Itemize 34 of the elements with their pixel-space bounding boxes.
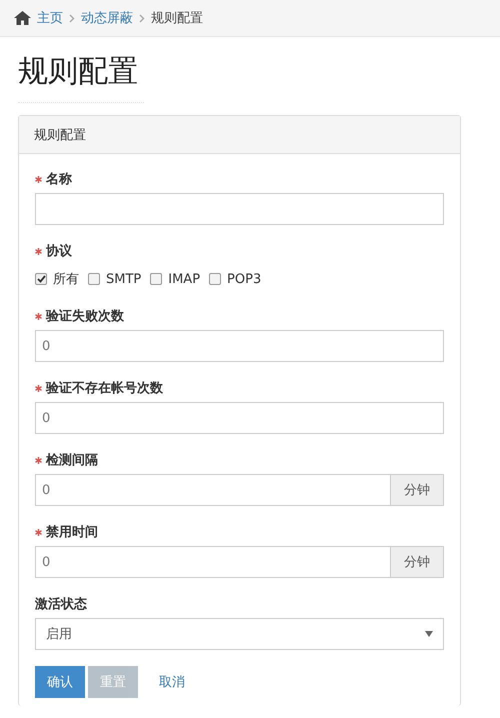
unit-addon: 分钟: [391, 474, 444, 506]
breadcrumb-item[interactable]: 主页: [37, 9, 63, 27]
field-label: 禁用时间: [46, 524, 98, 541]
field-label: 名称: [46, 171, 72, 188]
field-label: 协议: [46, 242, 72, 260]
checkbox[interactable]: [209, 273, 222, 285]
text-input[interactable]: 0: [35, 330, 444, 362]
text-input[interactable]: [35, 193, 444, 225]
breadcrumb-item[interactable]: 动态屏蔽: [81, 9, 133, 27]
checkbox-label: IMAP: [168, 272, 200, 286]
caret-icon: [425, 631, 433, 637]
breadcrumb-item: 规则配置: [151, 10, 203, 27]
checkbox[interactable]: [35, 273, 47, 285]
panel-title: 规则配置: [34, 126, 86, 144]
field-label: 检测间隔: [46, 452, 98, 469]
text-input[interactable]: 0: [35, 474, 391, 506]
chevron-icon: [139, 14, 145, 22]
checkbox-label: SMTP: [106, 272, 142, 286]
text-input[interactable]: 0: [35, 402, 444, 434]
checkbox-label: 所有: [53, 271, 79, 288]
home-icon[interactable]: [14, 11, 31, 25]
page-title: 规则配置: [18, 51, 144, 103]
unit-addon: 分钟: [391, 546, 444, 578]
cancel-link[interactable]: 取消: [147, 666, 197, 698]
checkbox[interactable]: [88, 273, 100, 285]
field-label: 验证不存在帐号次数: [46, 380, 163, 397]
checkbox[interactable]: [150, 273, 162, 285]
field-label: 激活状态: [35, 596, 87, 613]
status-select[interactable]: 启用: [35, 618, 444, 650]
text-input[interactable]: 0: [35, 546, 391, 578]
field-label: 验证失败次数: [46, 308, 124, 325]
form-button[interactable]: 确认: [35, 666, 85, 698]
chevron-icon: [69, 14, 75, 22]
checkbox-label: POP3: [227, 272, 262, 286]
